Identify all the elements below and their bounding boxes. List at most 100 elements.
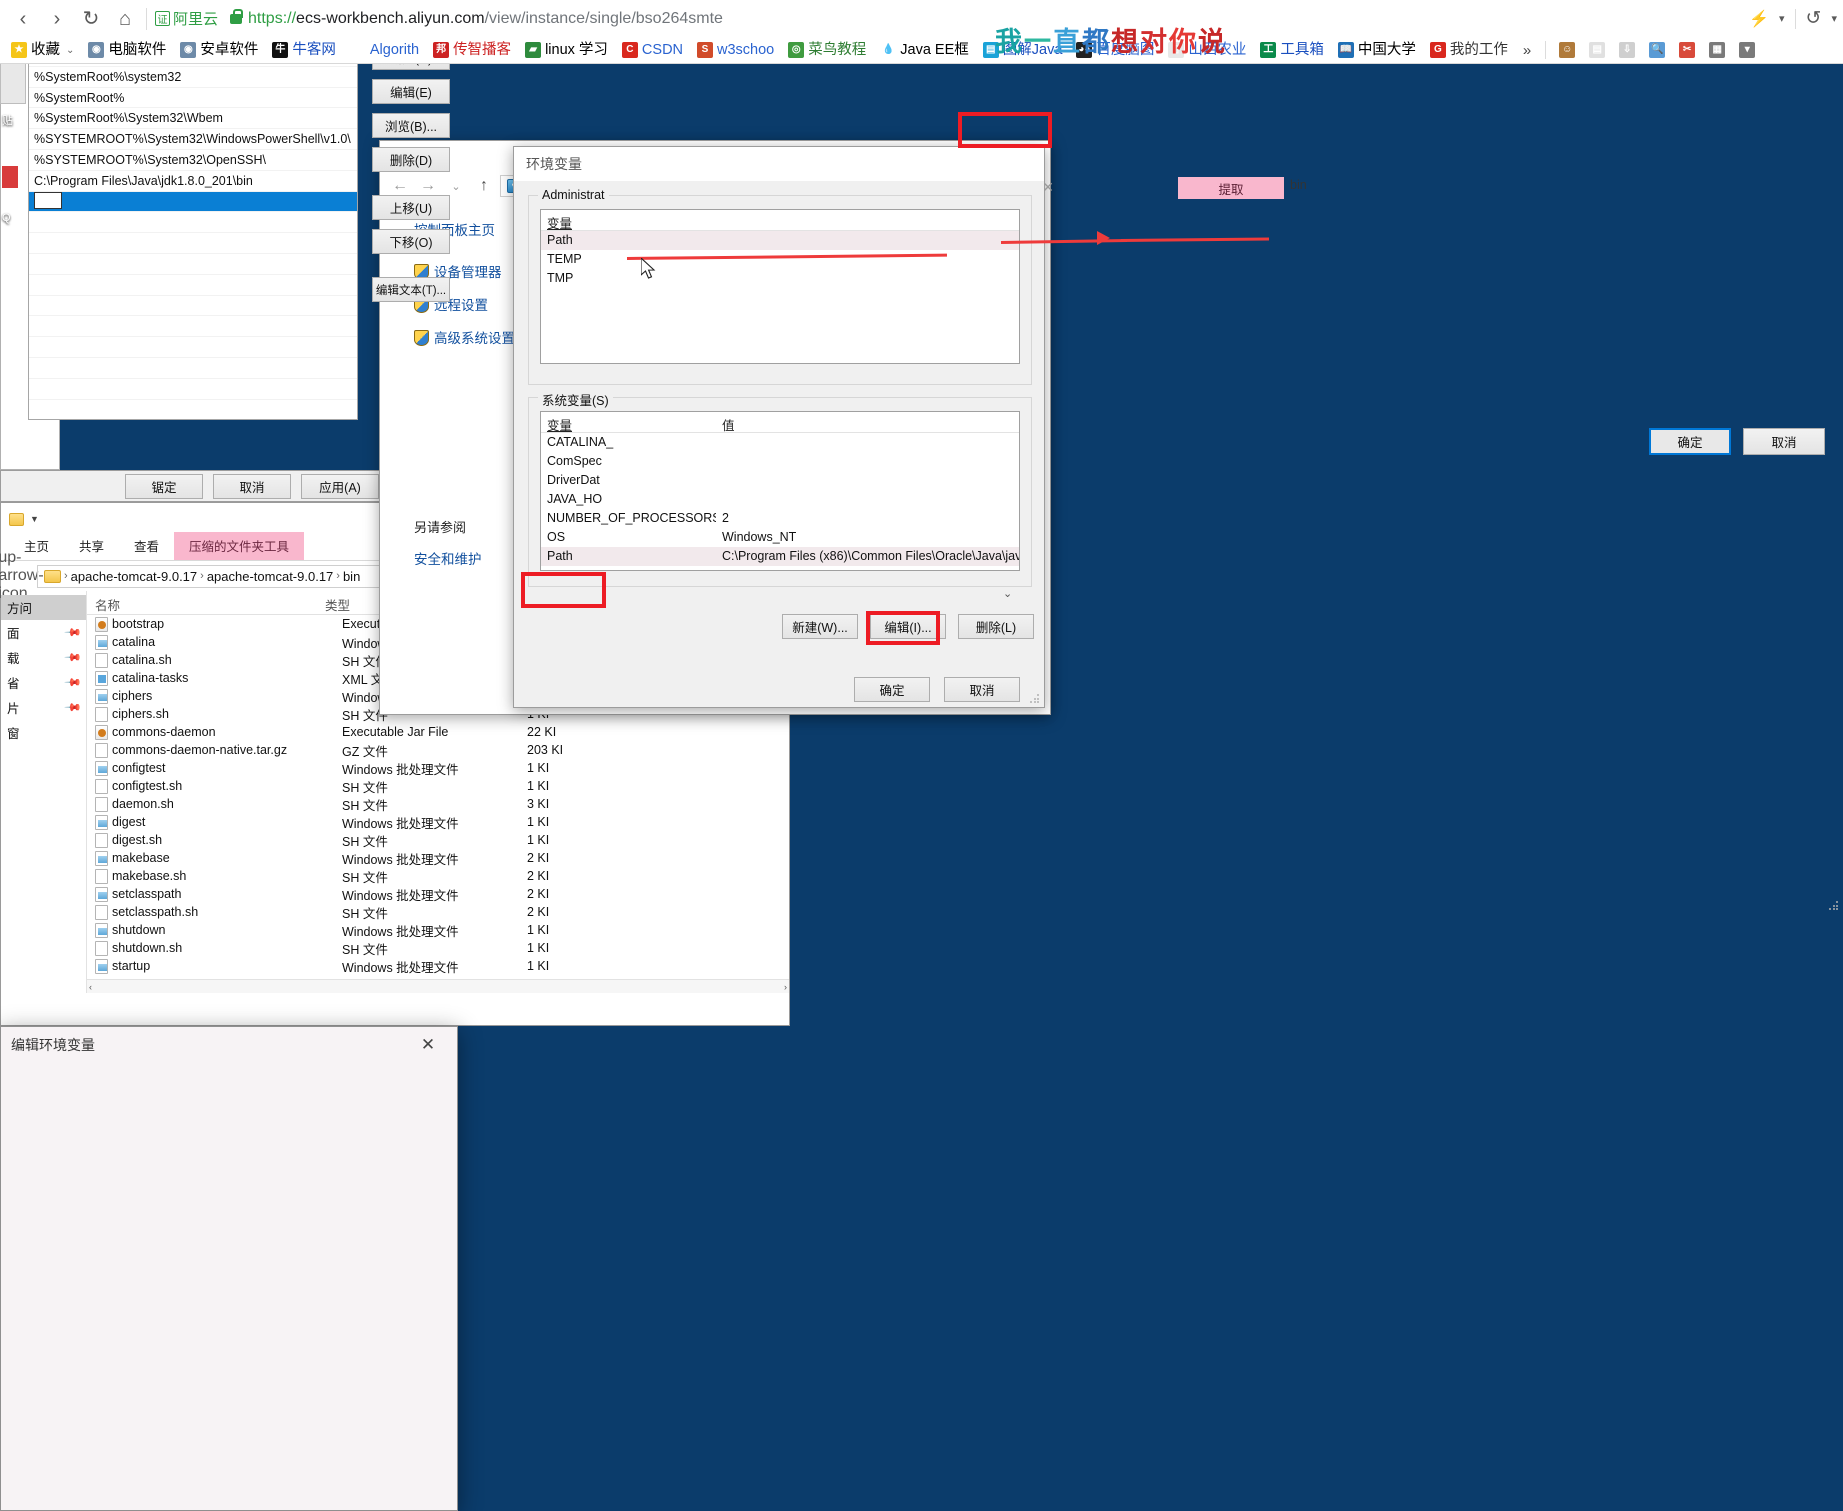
file-type-icon (95, 904, 108, 920)
table-row[interactable]: TMP (541, 269, 1019, 288)
forward-arrow-icon[interactable]: › (40, 4, 74, 34)
reload-icon[interactable]: ↻ (74, 4, 108, 34)
path-entry-row[interactable]: %SYSTEMROOT%\System32\OpenSSH\ (29, 150, 357, 171)
bookmark-label: linux 学习 (545, 41, 608, 58)
address-bar[interactable]: 证 阿里云 https://ecs-workbench.aliyun.com/v… (155, 5, 1739, 33)
user-col-variable[interactable]: 变量 (541, 210, 661, 231)
bookmark-4[interactable]: ☾ Algorith (343, 41, 426, 59)
extensions-icon[interactable]: ☺ (1552, 41, 1582, 59)
bookmark-8[interactable]: Sw3schoo (690, 41, 781, 59)
bookmark-7[interactable]: C CSDN (615, 41, 690, 59)
search-icon[interactable]: 🔍 (1642, 41, 1672, 59)
table-row[interactable]: TEMP (541, 250, 1019, 269)
file-name: startup (112, 959, 151, 973)
path-entry-empty-row[interactable] (29, 254, 357, 275)
bookmark-16[interactable]: G 我的工作 (1423, 41, 1515, 59)
scroll-left-button[interactable]: ‹ (89, 982, 92, 992)
path-entry-empty-row[interactable] (29, 212, 357, 234)
edit-ok-button[interactable]: 确定 (1649, 428, 1731, 455)
back-arrow-icon[interactable]: ‹ (6, 4, 40, 34)
resize-grip-icon[interactable] (1828, 900, 1839, 911)
table-row[interactable]: Path C:\Program Files (x86)\Common Files\… (541, 547, 1019, 566)
path-entry-empty-row[interactable] (29, 337, 357, 358)
browse-button[interactable]: 浏览(B)... (372, 113, 450, 138)
site-identity-badge[interactable]: 证 阿里云 (155, 8, 218, 29)
watermark-text: 我一直都想对你说 (995, 27, 1227, 58)
env-cancel-button[interactable]: 取消 (944, 677, 1020, 702)
path-entry-row[interactable]: %SystemRoot%\System32\Wbem (29, 108, 357, 130)
path-entry-row[interactable]: C:\Program Files\Java\jdk1.8.0_201\bin (29, 171, 357, 192)
chevron-down-icon-2[interactable]: ▾ (1831, 12, 1837, 25)
chevron-down-icon[interactable]: ▾ (1779, 12, 1785, 25)
env-delete-button[interactable]: 删除(L) (958, 614, 1034, 639)
path-entry-row[interactable]: %SYSTEMROOT%\System32\WindowsPowerShell\… (29, 129, 357, 150)
scissors-icon[interactable]: ✂ (1672, 41, 1702, 59)
chevron-down-icon[interactable]: ⌄ (1003, 587, 1012, 600)
home-icon[interactable]: ⌂ (108, 4, 142, 34)
bookmarks-bar[interactable]: ★ 收藏 ⌄ ◉ 电脑软件 ◉ 安卓软件牛牛客网 ☾ Algorith 邦传智播客 ▰ linux 学… (0, 37, 1843, 63)
path-entry-row[interactable]: %SystemRoot%\system32 (29, 67, 357, 88)
path-entry-empty-row[interactable] (29, 296, 357, 317)
path-entry-empty-row[interactable] (29, 400, 357, 419)
path-entry-editing-row[interactable] (29, 191, 357, 213)
edit-button[interactable]: 编辑(E) (372, 79, 450, 104)
user-table-header[interactable]: 变量 (541, 210, 1019, 231)
environment-variables-dialog[interactable]: 环境变量 Administrat 变量 Path TEMP TMP 系统变量(S… (513, 146, 1045, 708)
path-entry-row[interactable]: %SystemRoot% (29, 88, 357, 109)
bookmark-10[interactable]: 💧 Java EE框 (873, 41, 976, 59)
file-type-icon (95, 634, 108, 650)
table-row[interactable]: Path (541, 231, 1019, 250)
table-row[interactable]: OS Windows_NT (541, 528, 1019, 547)
edit-environment-variable-dialog[interactable]: 编辑环境变量 ✕ C:\Program Files (x86)\Common F… (0, 45, 1839, 1511)
path-entries-list[interactable]: C:\Program Files (x86)\Common Files\Orac… (28, 45, 358, 420)
move-up-button[interactable]: 上移(U) (372, 195, 450, 220)
resize-grip-icon[interactable] (1029, 693, 1040, 704)
table-row[interactable]: startup Windows 批处理文件 1 KI (87, 957, 789, 975)
table-row[interactable]: shutdown Windows 批处理文件 1 KI (87, 921, 789, 939)
undo-icon[interactable]: ↺ (1806, 7, 1822, 30)
bookmark-1[interactable]: ◉ 电脑软件 (81, 41, 173, 59)
system-up-button[interactable]: ↑ (472, 175, 496, 197)
chevron-down-icon[interactable]: ⌄ (66, 45, 74, 56)
bookmark-6[interactable]: ▰ linux 学习 (518, 41, 615, 59)
download-icon[interactable]: ⇩ (1612, 41, 1642, 59)
env-edit-button[interactable]: 编辑(I)... (870, 614, 946, 639)
env-new-button[interactable]: 新建(W)... (782, 614, 858, 639)
explorer-horizontal-scrollbar[interactable]: ‹ › (87, 979, 789, 993)
lightning-icon[interactable]: ⚡ (1749, 9, 1769, 29)
close-icon[interactable]: ✕ (409, 1030, 447, 1060)
bookmark-0[interactable]: ★ 收藏 ⌄ (4, 41, 81, 59)
env-ok-button[interactable]: 确定 (854, 677, 930, 702)
move-down-button[interactable]: 下移(O) (372, 229, 450, 254)
user-variables-group-label: Administrat (538, 188, 609, 202)
apps-icon[interactable]: ▦ (1702, 41, 1732, 59)
path-entry-empty-row[interactable] (29, 275, 357, 296)
path-entry-empty-row[interactable] (29, 316, 357, 338)
table-row[interactable]: DriverDat (541, 471, 1019, 490)
path-entry-empty-row[interactable] (29, 358, 357, 379)
background-window-close-icon[interactable]: ✕ (1036, 176, 1060, 198)
edit-dialog-titlebar[interactable]: 编辑环境变量 ✕ (1, 1027, 457, 1063)
bookmarks-overflow-button[interactable]: » (1515, 42, 1539, 59)
edit-cancel-button[interactable]: 取消 (1743, 428, 1825, 455)
user-variables-table[interactable]: 变量 Path TEMP TMP (540, 209, 1020, 364)
bookmark-9[interactable]: ◎ 菜鸟教程 (781, 41, 873, 59)
ribbon-context-header-extract[interactable]: 提取 (1178, 177, 1284, 199)
table-row[interactable]: JAVA_HO (541, 490, 1019, 509)
url-text[interactable]: https://ecs-workbench.aliyun.com/view/in… (248, 10, 723, 28)
path-entry-empty-row[interactable] (29, 233, 357, 254)
scroll-right-button[interactable]: › (784, 982, 787, 992)
table-row[interactable]: shutdown.sh SH 文件 1 KI (87, 939, 789, 957)
menu-icon[interactable]: ▾ (1732, 41, 1762, 59)
edit-text-button[interactable]: 编辑文本(T)... (372, 277, 450, 302)
bookmark-3[interactable]: 牛牛客网 (265, 41, 343, 59)
path-entry-empty-row[interactable] (29, 379, 357, 400)
bookmark-14[interactable]: 工工具箱 (1253, 41, 1331, 59)
env-dialog-titlebar[interactable]: 环境变量 (514, 147, 1044, 181)
table-row[interactable]: NUMBER_OF_PROCESSORS 2 (541, 509, 1019, 528)
bookmark-2[interactable]: ◉ 安卓软件 (173, 41, 265, 59)
delete-button[interactable]: 删除(D) (372, 147, 450, 172)
shield-icon[interactable]: ▤ (1582, 41, 1612, 59)
bookmark-5[interactable]: 邦传智播客 (426, 41, 518, 59)
bookmark-15[interactable]: 📖 中国大学 (1331, 41, 1423, 59)
